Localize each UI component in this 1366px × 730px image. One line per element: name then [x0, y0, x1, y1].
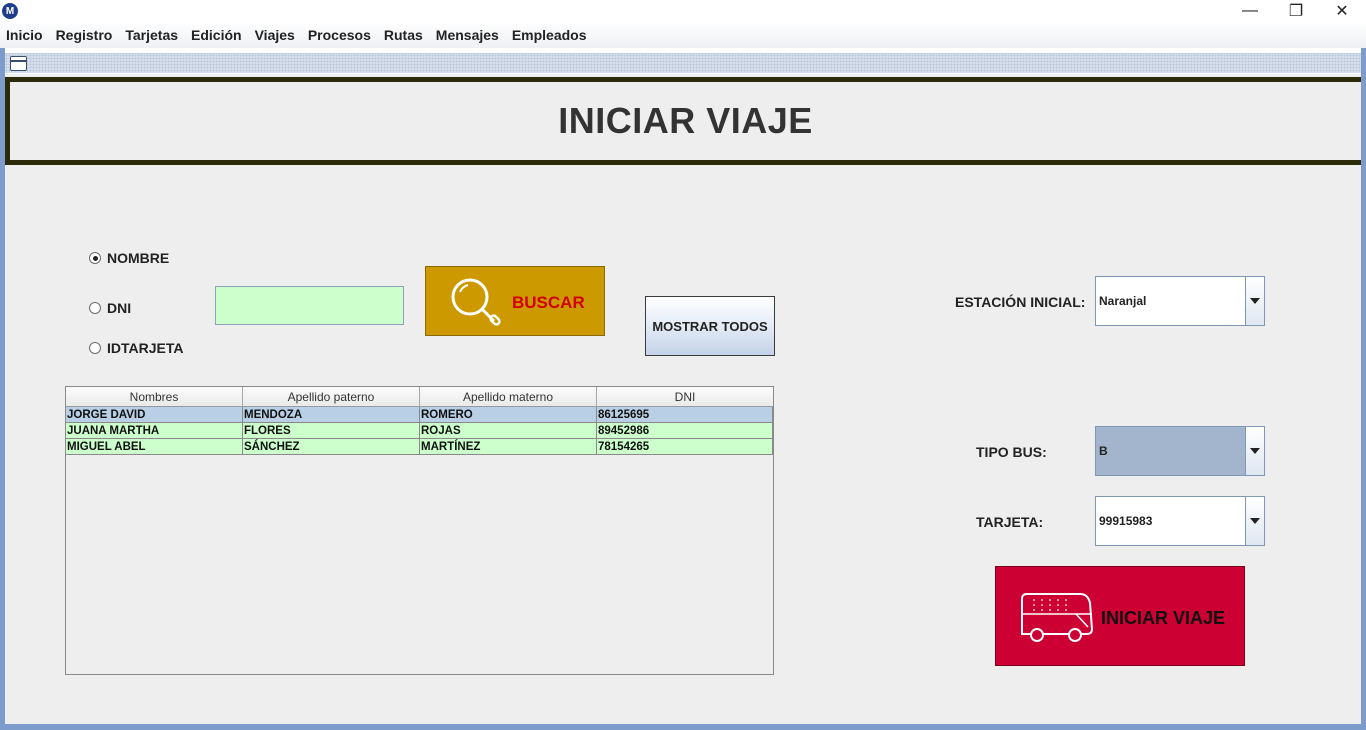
table-cell: ROMERO [420, 407, 597, 423]
menu-registro[interactable]: Registro [56, 27, 113, 43]
tipo-bus-select[interactable]: B [1095, 426, 1265, 476]
table-cell: ROJAS [420, 423, 597, 439]
table-cell: MENDOZA [243, 407, 420, 423]
minimize-button[interactable]: — [1227, 0, 1273, 22]
menu-viajes[interactable]: Viajes [255, 27, 295, 43]
search-input[interactable] [215, 286, 404, 325]
internal-frame-titlebar[interactable] [5, 53, 1361, 73]
table-cell: SÁNCHEZ [243, 439, 420, 455]
menu-empleados[interactable]: Empleados [512, 27, 587, 43]
table-cell: JUANA MARTHA [66, 423, 243, 439]
table-cell: FLORES [243, 423, 420, 439]
radio-nombre-indicator[interactable] [89, 252, 101, 264]
menu-mensajes[interactable]: Mensajes [436, 27, 499, 43]
radio-idtarjeta-indicator[interactable] [89, 342, 101, 354]
chevron-down-icon[interactable] [1245, 277, 1264, 325]
estacion-inicial-select[interactable]: Naranjal [1095, 276, 1265, 326]
radio-dni[interactable]: DNI [89, 300, 131, 316]
table-row[interactable]: MIGUEL ABEL SÁNCHEZ MARTÍNEZ 78154265 [66, 439, 773, 455]
tarjeta-value: 99915983 [1099, 514, 1153, 528]
application-window: M — ❐ ✕ Inicio Registro Tarjetas Edición… [0, 0, 1366, 730]
iniciar-viaje-button[interactable]: INICIAR VIAJE [995, 566, 1245, 666]
tarjeta-label: TARJETA: [976, 514, 1044, 530]
column-header-apellido-paterno[interactable]: Apellido paterno [243, 387, 420, 407]
page-title: INICIAR VIAJE [558, 100, 813, 141]
table-cell: 78154265 [597, 439, 773, 455]
chevron-down-icon[interactable] [1245, 427, 1264, 475]
column-header-dni[interactable]: DNI [597, 387, 773, 407]
buscar-label: BUSCAR [512, 293, 585, 312]
title-bar: M — ❐ ✕ [0, 0, 1366, 22]
menu-bar: Inicio Registro Tarjetas Edición Viajes … [0, 22, 1366, 48]
table-header: Nombres Apellido paterno Apellido matern… [66, 387, 773, 407]
app-logo-icon: M [2, 3, 18, 19]
buscar-button[interactable]: BUSCAR [425, 266, 605, 336]
search-icon [451, 278, 501, 326]
table-row[interactable]: JUANA MARTHA FLORES ROJAS 89452986 [66, 423, 773, 439]
iniciar-viaje-label: INICIAR VIAJE [1101, 608, 1226, 628]
estacion-inicial-value: Naranjal [1099, 294, 1147, 308]
tipo-bus-label: TIPO BUS: [976, 444, 1047, 460]
close-button[interactable]: ✕ [1319, 0, 1365, 22]
radio-nombre[interactable]: NOMBRE [89, 250, 169, 266]
tipo-bus-value: B [1099, 444, 1108, 458]
tarjeta-select[interactable]: 99915983 [1095, 496, 1265, 546]
table-cell: 89452986 [597, 423, 773, 439]
results-table[interactable]: Nombres Apellido paterno Apellido matern… [65, 386, 774, 675]
table-cell: JORGE DAVID [66, 407, 243, 423]
table-row[interactable]: JORGE DAVID MENDOZA ROMERO 86125695 [66, 407, 773, 423]
estacion-inicial-label: ESTACIÓN INICIAL: [955, 294, 1086, 310]
menu-tarjetas[interactable]: Tarjetas [125, 27, 178, 43]
column-header-nombres[interactable]: Nombres [66, 387, 243, 407]
menu-procesos[interactable]: Procesos [308, 27, 371, 43]
bus-icon [1021, 593, 1094, 642]
column-header-apellido-materno[interactable]: Apellido materno [420, 387, 597, 407]
menu-rutas[interactable]: Rutas [384, 27, 423, 43]
table-cell: MARTÍNEZ [420, 439, 597, 455]
radio-idtarjeta[interactable]: IDTARJETA [89, 340, 183, 356]
header-panel: INICIAR VIAJE [5, 77, 1361, 165]
frame-border-right [1361, 48, 1366, 730]
radio-dni-indicator[interactable] [89, 302, 101, 314]
radio-nombre-label: NOMBRE [107, 250, 170, 266]
chevron-down-icon[interactable] [1245, 497, 1264, 545]
menu-inicio[interactable]: Inicio [6, 27, 43, 43]
frame-border-bottom [0, 724, 1366, 730]
menu-edicion[interactable]: Edición [191, 27, 242, 43]
restore-button[interactable]: ❐ [1273, 0, 1319, 22]
window-icon[interactable] [10, 56, 27, 71]
mostrar-todos-button[interactable]: MOSTRAR TODOS [645, 296, 775, 356]
radio-dni-label: DNI [107, 300, 132, 316]
table-cell: MIGUEL ABEL [66, 439, 243, 455]
table-cell: 86125695 [597, 407, 773, 423]
radio-idtarjeta-label: IDTARJETA [107, 340, 184, 356]
